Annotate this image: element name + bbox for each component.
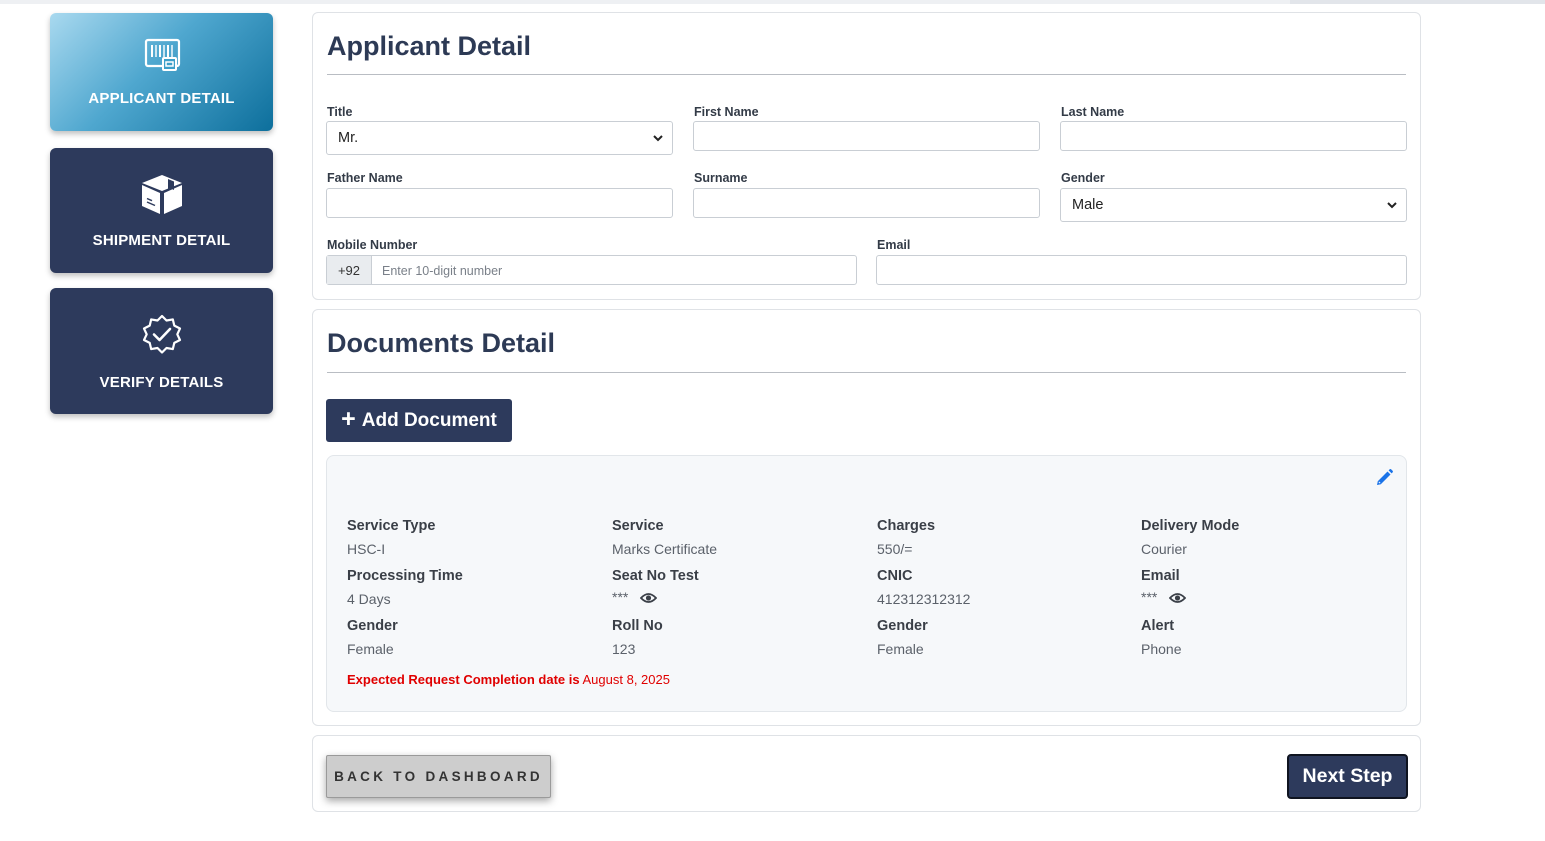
roll-no-key: Roll No	[612, 618, 663, 634]
expected-completion-date: August 8, 2025	[582, 672, 670, 687]
chevron-down-icon	[1387, 202, 1397, 209]
barcode-document-icon	[141, 37, 183, 78]
alert-value: Phone	[1141, 641, 1182, 657]
step-label: SHIPMENT DETAIL	[92, 232, 231, 249]
service-type-value: HSC-I	[347, 541, 386, 557]
step-label: APPLICANT DETAIL	[88, 90, 235, 107]
applicant-heading: Applicant Detail	[327, 31, 532, 61]
title-label: Title	[327, 105, 353, 119]
surname-label: Surname	[694, 171, 748, 185]
eye-icon[interactable]	[1169, 592, 1187, 604]
documents-detail-card: Documents Detail + Add Document Service …	[312, 309, 1421, 726]
expected-completion-label: Expected Request Completion date is	[347, 672, 580, 687]
title-select-value: Mr.	[338, 130, 359, 146]
title-select[interactable]: Mr.	[326, 121, 673, 155]
add-document-label: Add Document	[361, 409, 497, 431]
add-document-button[interactable]: + Add Document	[326, 399, 512, 442]
alert-key: Alert	[1141, 618, 1175, 634]
email-label: Email	[877, 238, 911, 252]
email-masked-value: ***	[1141, 589, 1158, 605]
service-type-key: Service Type	[347, 518, 436, 534]
delivery-mode-key: Delivery Mode	[1141, 518, 1240, 534]
step-applicant-detail[interactable]: APPLICANT DETAIL	[50, 13, 273, 131]
surname-input[interactable]	[693, 188, 1040, 218]
email-key: Email	[1141, 568, 1180, 584]
pencil-edit-icon[interactable]	[1374, 468, 1394, 488]
top-edge-bar-right	[1290, 0, 1545, 4]
badge-check-icon	[139, 313, 185, 364]
cnic-key: CNIC	[877, 568, 913, 584]
step-shipment-detail[interactable]: SHIPMENT DETAIL	[50, 148, 273, 273]
divider	[327, 74, 1406, 75]
chevron-down-icon	[653, 135, 663, 142]
mobile-label: Mobile Number	[327, 238, 418, 252]
back-to-dashboard-button[interactable]: BACK TO DASHBOARD	[326, 755, 551, 798]
service-key: Service	[612, 518, 664, 534]
charges-key: Charges	[877, 518, 936, 534]
plus-icon: +	[341, 405, 356, 433]
divider	[327, 372, 1406, 373]
charges-value: 550/=	[877, 541, 913, 557]
applicant-detail-card: Applicant Detail Title Mr. First Name La…	[312, 12, 1421, 300]
package-box-icon	[138, 172, 186, 221]
step-verify-details[interactable]: VERIFY DETAILS	[50, 288, 273, 414]
father-name-label: Father Name	[327, 171, 403, 185]
first-name-label: First Name	[694, 105, 759, 119]
father-name-input[interactable]	[326, 188, 673, 218]
gender-select-value: Male	[1072, 197, 1104, 213]
delivery-mode-value: Courier	[1141, 541, 1187, 557]
first-name-input[interactable]	[693, 121, 1040, 151]
roll-no-value: 123	[612, 641, 636, 657]
gender-key-2: Gender	[877, 618, 928, 634]
processing-time-value: 4 Days	[347, 591, 391, 607]
email-input[interactable]	[876, 255, 1407, 285]
gender-value: Female	[347, 641, 394, 657]
eye-icon[interactable]	[640, 592, 658, 604]
gender-select[interactable]: Male	[1060, 188, 1407, 222]
document-card: Service Type HSC-I Service Marks Certifi…	[326, 455, 1407, 712]
last-name-input[interactable]	[1060, 121, 1407, 151]
mobile-input-group[interactable]: +92 Enter 10-digit number	[326, 255, 857, 285]
seat-no-value: ***	[612, 589, 629, 605]
mobile-input-placeholder[interactable]: Enter 10-digit number	[382, 264, 502, 278]
email-row: ***	[1141, 589, 1187, 605]
next-step-button[interactable]: Next Step	[1287, 754, 1408, 799]
gender-key: Gender	[347, 618, 398, 634]
seat-no-key: Seat No Test	[612, 568, 699, 584]
step-label: VERIFY DETAILS	[99, 374, 224, 391]
documents-heading: Documents Detail	[327, 328, 556, 358]
footer-actions-card: BACK TO DASHBOARD Next Step	[312, 735, 1421, 812]
processing-time-key: Processing Time	[347, 568, 463, 584]
service-value: Marks Certificate	[612, 541, 718, 557]
mobile-prefix: +92	[327, 256, 372, 284]
expected-completion-note: Expected Request Completion date is Augu…	[347, 672, 670, 687]
gender-label: Gender	[1061, 171, 1105, 185]
gender-value-2: Female	[877, 641, 924, 657]
seat-no-row: ***	[612, 589, 658, 605]
cnic-value: 412312312312	[877, 591, 971, 607]
last-name-label: Last Name	[1061, 105, 1125, 119]
